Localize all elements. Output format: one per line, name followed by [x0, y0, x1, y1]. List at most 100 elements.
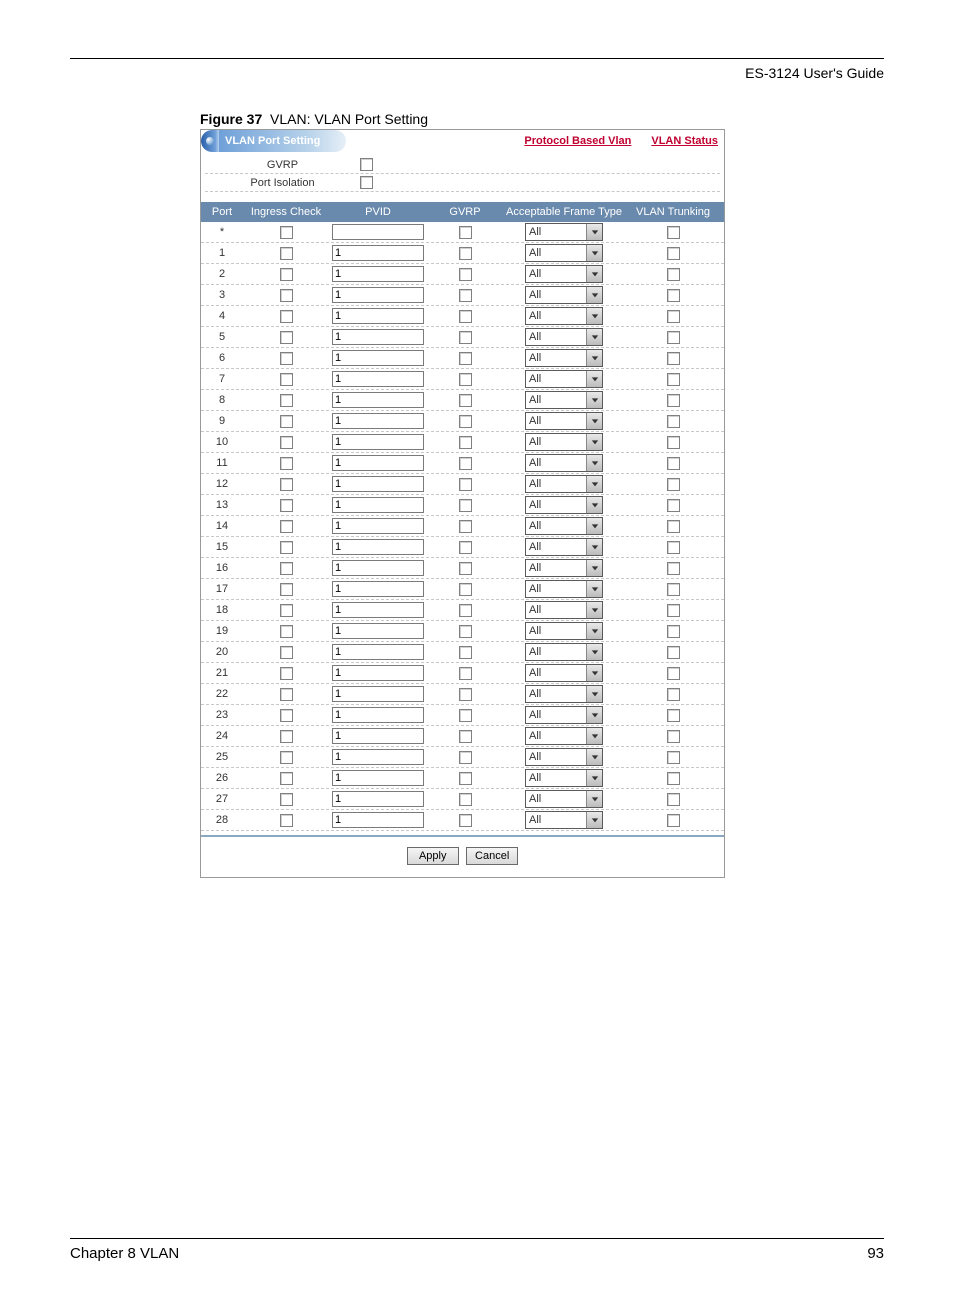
gvrp-checkbox[interactable] — [459, 415, 472, 428]
chevron-down-icon[interactable] — [586, 455, 602, 471]
chevron-down-icon[interactable] — [586, 371, 602, 387]
frame-type-select[interactable]: All — [525, 748, 603, 766]
gvrp-checkbox[interactable] — [459, 520, 472, 533]
pvid-input[interactable] — [332, 455, 424, 471]
gvrp-checkbox[interactable] — [459, 352, 472, 365]
frame-type-select[interactable]: All — [525, 454, 603, 472]
pvid-input[interactable] — [332, 749, 424, 765]
chevron-down-icon[interactable] — [586, 560, 602, 576]
pvid-input[interactable] — [332, 476, 424, 492]
frame-type-select[interactable]: All — [525, 517, 603, 535]
pvid-input[interactable] — [332, 224, 424, 240]
ingress-check-checkbox[interactable] — [280, 247, 293, 260]
pvid-input[interactable] — [332, 518, 424, 534]
ingress-check-checkbox[interactable] — [280, 394, 293, 407]
frame-type-select[interactable]: All — [525, 727, 603, 745]
gvrp-checkbox[interactable] — [459, 730, 472, 743]
chevron-down-icon[interactable] — [586, 623, 602, 639]
vlan-trunking-checkbox[interactable] — [667, 541, 680, 554]
pvid-input[interactable] — [332, 560, 424, 576]
pvid-input[interactable] — [332, 350, 424, 366]
pvid-input[interactable] — [332, 791, 424, 807]
pvid-input[interactable] — [332, 308, 424, 324]
chevron-down-icon[interactable] — [586, 518, 602, 534]
chevron-down-icon[interactable] — [586, 749, 602, 765]
frame-type-select[interactable]: All — [525, 601, 603, 619]
gvrp-checkbox[interactable] — [459, 793, 472, 806]
gvrp-checkbox[interactable] — [459, 247, 472, 260]
chevron-down-icon[interactable] — [586, 665, 602, 681]
pvid-input[interactable] — [332, 371, 424, 387]
vlan-trunking-checkbox[interactable] — [667, 373, 680, 386]
ingress-check-checkbox[interactable] — [280, 583, 293, 596]
ingress-check-checkbox[interactable] — [280, 646, 293, 659]
frame-type-select[interactable]: All — [525, 622, 603, 640]
chevron-down-icon[interactable] — [586, 791, 602, 807]
chevron-down-icon[interactable] — [586, 287, 602, 303]
pvid-input[interactable] — [332, 245, 424, 261]
vlan-trunking-checkbox[interactable] — [667, 520, 680, 533]
ingress-check-checkbox[interactable] — [280, 226, 293, 239]
gvrp-checkbox[interactable] — [459, 541, 472, 554]
ingress-check-checkbox[interactable] — [280, 667, 293, 680]
vlan-trunking-checkbox[interactable] — [667, 604, 680, 617]
pvid-input[interactable] — [332, 392, 424, 408]
vlan-trunking-checkbox[interactable] — [667, 562, 680, 575]
ingress-check-checkbox[interactable] — [280, 289, 293, 302]
vlan-trunking-checkbox[interactable] — [667, 709, 680, 722]
gvrp-checkbox[interactable] — [459, 373, 472, 386]
gvrp-checkbox[interactable] — [459, 394, 472, 407]
vlan-trunking-checkbox[interactable] — [667, 457, 680, 470]
pvid-input[interactable] — [332, 266, 424, 282]
frame-type-select[interactable]: All — [525, 475, 603, 493]
chevron-down-icon[interactable] — [586, 581, 602, 597]
ingress-check-checkbox[interactable] — [280, 730, 293, 743]
gvrp-checkbox[interactable] — [459, 478, 472, 491]
pvid-input[interactable] — [332, 539, 424, 555]
frame-type-select[interactable]: All — [525, 580, 603, 598]
vlan-trunking-checkbox[interactable] — [667, 730, 680, 743]
pvid-input[interactable] — [332, 644, 424, 660]
chevron-down-icon[interactable] — [586, 770, 602, 786]
frame-type-select[interactable]: All — [525, 223, 603, 241]
frame-type-select[interactable]: All — [525, 391, 603, 409]
frame-type-select[interactable]: All — [525, 370, 603, 388]
gvrp-checkbox[interactable] — [459, 457, 472, 470]
frame-type-select[interactable]: All — [525, 496, 603, 514]
frame-type-select[interactable]: All — [525, 643, 603, 661]
pvid-input[interactable] — [332, 434, 424, 450]
gvrp-checkbox[interactable] — [459, 751, 472, 764]
vlan-trunking-checkbox[interactable] — [667, 646, 680, 659]
pvid-input[interactable] — [332, 728, 424, 744]
vlan-trunking-checkbox[interactable] — [667, 436, 680, 449]
pvid-input[interactable] — [332, 602, 424, 618]
vlan-trunking-checkbox[interactable] — [667, 331, 680, 344]
pvid-input[interactable] — [332, 623, 424, 639]
gvrp-checkbox[interactable] — [459, 226, 472, 239]
chevron-down-icon[interactable] — [586, 728, 602, 744]
protocol-based-vlan-link[interactable]: Protocol Based Vlan — [524, 135, 631, 147]
chevron-down-icon[interactable] — [586, 350, 602, 366]
chevron-down-icon[interactable] — [586, 644, 602, 660]
pvid-input[interactable] — [332, 497, 424, 513]
gvrp-checkbox[interactable] — [459, 646, 472, 659]
vlan-status-link[interactable]: VLAN Status — [651, 135, 718, 147]
ingress-check-checkbox[interactable] — [280, 709, 293, 722]
chevron-down-icon[interactable] — [586, 245, 602, 261]
vlan-trunking-checkbox[interactable] — [667, 793, 680, 806]
ingress-check-checkbox[interactable] — [280, 457, 293, 470]
ingress-check-checkbox[interactable] — [280, 373, 293, 386]
chevron-down-icon[interactable] — [586, 602, 602, 618]
ingress-check-checkbox[interactable] — [280, 541, 293, 554]
vlan-trunking-checkbox[interactable] — [667, 667, 680, 680]
frame-type-select[interactable]: All — [525, 685, 603, 703]
vlan-trunking-checkbox[interactable] — [667, 394, 680, 407]
gvrp-checkbox[interactable] — [459, 268, 472, 281]
chevron-down-icon[interactable] — [586, 476, 602, 492]
chevron-down-icon[interactable] — [586, 392, 602, 408]
vlan-trunking-checkbox[interactable] — [667, 499, 680, 512]
ingress-check-checkbox[interactable] — [280, 478, 293, 491]
frame-type-select[interactable]: All — [525, 349, 603, 367]
ingress-check-checkbox[interactable] — [280, 415, 293, 428]
vlan-trunking-checkbox[interactable] — [667, 352, 680, 365]
